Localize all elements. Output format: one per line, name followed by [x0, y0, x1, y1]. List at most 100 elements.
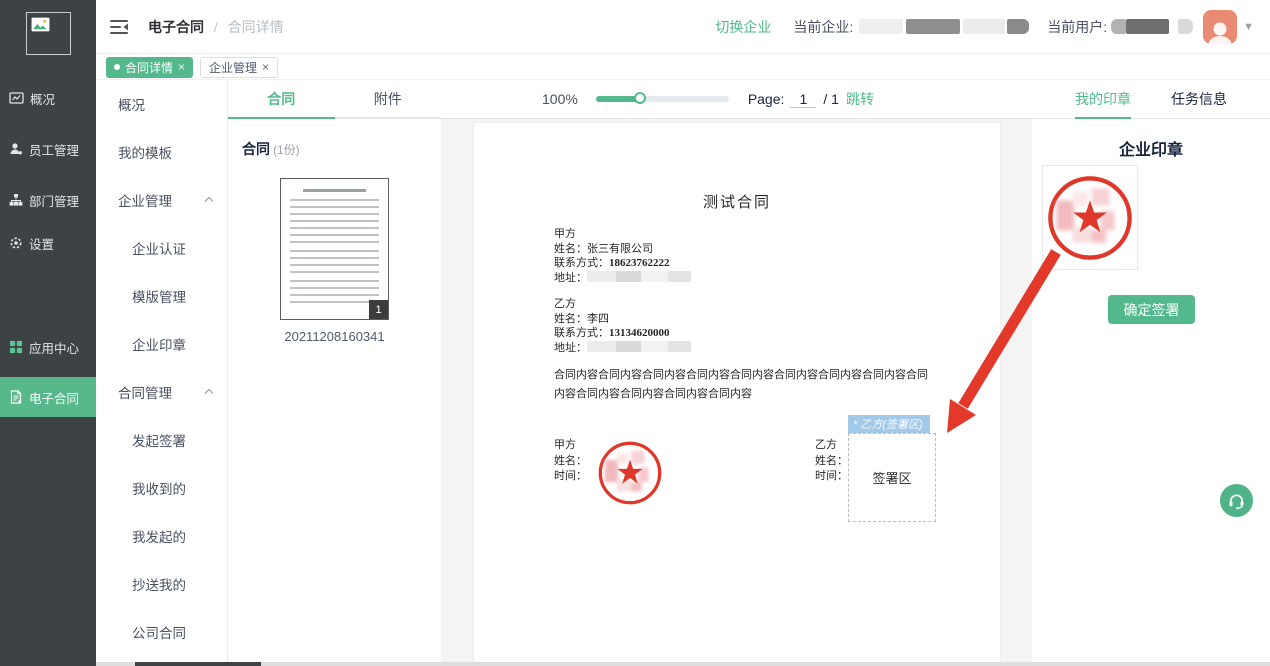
contract-page-thumbnail[interactable]: 1 [280, 178, 389, 320]
zoom-slider[interactable] [596, 96, 729, 102]
chevron-up-icon [204, 196, 214, 203]
sidebar-item-label: 应用中心 [29, 338, 79, 357]
tab-attachment[interactable]: 附件 [335, 80, 442, 119]
subnav-template-mgmt[interactable]: 模版管理 [96, 272, 227, 320]
sidebar-item-settings[interactable]: 设置 [0, 223, 96, 263]
subnav-company-mgmt-group[interactable]: 企业管理 [96, 176, 227, 224]
party-a-info: 甲方 姓名：张三有限公司 联系方式：18623762222 地址： [554, 227, 691, 285]
subnav-initiated[interactable]: 我发起的 [96, 512, 227, 560]
app-logo[interactable] [26, 12, 71, 55]
dashboard-icon [9, 91, 24, 105]
party-a-contact: 联系方式：18623762222 [554, 256, 691, 271]
subnav-initiate-sign[interactable]: 发起签署 [96, 416, 227, 464]
tab-contract[interactable]: 合同 [228, 80, 335, 119]
workspace-tab-company-mgmt[interactable]: 企业管理 × [200, 57, 278, 78]
workspace-tab-label: 合同详情 [125, 59, 173, 76]
apps-icon [9, 340, 23, 354]
contract-title: 测试合同 [474, 191, 1000, 212]
app-window: 概况 员工管理 部门管理 设置 应用中心 电子合同 [0, 0, 1270, 666]
subnav-label: 发起签署 [132, 430, 186, 450]
thumbnail-text-lines [290, 280, 379, 303]
party-a-name: 姓名：张三有限公司 [554, 242, 691, 257]
subnav-label: 我收到的 [132, 478, 186, 498]
switch-company-link[interactable]: 切换企业 [715, 17, 771, 37]
breadcrumb-section[interactable]: 电子合同 [148, 19, 204, 35]
close-icon[interactable]: × [262, 61, 269, 73]
subnav-received[interactable]: 我收到的 [96, 464, 227, 512]
sidebar-item-app-center[interactable]: 应用中心 [0, 327, 96, 367]
subnav-label: 公司合同 [132, 622, 186, 642]
breadcrumb-separator: / [214, 19, 218, 35]
viewer-toolbar: 100% Page: 1 / 1 跳转 [441, 80, 1032, 119]
subnav-contract-mgmt-group[interactable]: 合同管理 [96, 368, 227, 416]
page-number-input[interactable]: 1 [790, 91, 816, 108]
signature-zone[interactable]: 签署区 [848, 433, 936, 522]
current-user-label: 当前用户: [1047, 17, 1107, 37]
sidebar-item-overview[interactable]: 概况 [0, 78, 96, 118]
user-avatar[interactable] [1203, 10, 1237, 44]
contract-number: 20211208160341 [228, 329, 441, 344]
confirm-sign-button[interactable]: 确定签署 [1108, 295, 1195, 324]
chevron-up-icon [204, 388, 214, 395]
tab-task-info[interactable]: 任务信息 [1171, 80, 1227, 119]
bottom-scrollbar[interactable] [96, 662, 1270, 666]
page-number-badge: 1 [369, 300, 388, 319]
workspace-tab-label: 企业管理 [209, 59, 257, 76]
sidebar-item-departments[interactable]: 部门管理 [0, 180, 96, 220]
subnav-label: 抄送我的 [132, 574, 186, 594]
contract-panel-tabs: 合同 附件 [228, 80, 441, 119]
subnav-label: 企业管理 [118, 190, 172, 210]
customer-service-button[interactable] [1220, 484, 1253, 517]
party-b-name: 姓名：李四 [554, 312, 691, 327]
subnav-label: 我发起的 [132, 526, 186, 546]
zoom-slider-handle[interactable] [634, 92, 646, 104]
subnav-label: 企业印章 [132, 334, 186, 354]
headset-icon [1227, 492, 1246, 510]
menu-fold-icon[interactable] [110, 20, 128, 34]
party-a-address: 地址： [554, 271, 691, 286]
party-b-info: 乙方 姓名：李四 联系方式：13134620000 地址： [554, 297, 691, 355]
secondary-sidebar: 概况 我的模板 企业管理 企业认证 模版管理 企业印章 合同管理 发起签署 我收… [96, 80, 228, 662]
contract-list-panel: 合同 附件 合同(1份) 1 20211208160341 [228, 80, 441, 662]
redacted-address [587, 271, 691, 282]
chevron-down-icon[interactable]: ▼ [1243, 21, 1254, 33]
document-viewer: 100% Page: 1 / 1 跳转 测试合同 甲方 姓名：张三有限公司 联系… [441, 80, 1032, 666]
redacted-address [587, 341, 691, 352]
close-icon[interactable]: × [178, 61, 185, 73]
subnav-company-cert[interactable]: 企业认证 [96, 224, 227, 272]
subnav-company-seal[interactable]: 企业印章 [96, 320, 227, 368]
department-icon [9, 193, 23, 207]
top-header: 电子合同 / 合同详情 切换企业 当前企业: 当前用户: ▼ [96, 0, 1270, 54]
subnav-company-contracts[interactable]: 公司合同 [96, 608, 227, 656]
subnav-label: 合同管理 [118, 382, 172, 402]
subnav-cc-me[interactable]: 抄送我的 [96, 560, 227, 608]
zoom-percent: 100% [542, 91, 578, 107]
tab-my-seal[interactable]: 我的印章 [1075, 80, 1131, 119]
thumbnail-text-lines [290, 250, 379, 273]
sidebar-item-label: 员工管理 [29, 140, 79, 159]
sidebar-item-employees[interactable]: 员工管理 [0, 129, 96, 169]
sidebar-item-label: 概况 [30, 89, 55, 108]
contract-document-page: 测试合同 甲方 姓名：张三有限公司 联系方式：18623762222 地址： 乙… [474, 123, 1000, 666]
sidebar-item-label: 电子合同 [29, 388, 79, 407]
workspace-tab-contract-detail[interactable]: 合同详情 × [106, 57, 193, 78]
current-company-label: 当前企业: [793, 17, 853, 37]
contract-body: 合同内容合同内容合同内容合同内容合同内容合同内容合同内容合同内容合同内容合同内容… [554, 366, 928, 404]
contract-icon [9, 390, 23, 404]
jump-link[interactable]: 跳转 [846, 89, 874, 109]
active-tab-dot [114, 64, 120, 70]
current-user-redacted [1111, 18, 1193, 36]
sidebar-item-label: 部门管理 [29, 191, 79, 210]
company-seal-option[interactable] [1042, 165, 1138, 270]
breadcrumb: 电子合同 / 合同详情 [148, 17, 284, 37]
contract-list-title: 合同(1份) [242, 139, 441, 159]
sidebar-item-e-contract[interactable]: 电子合同 [0, 377, 96, 417]
subnav-my-templates[interactable]: 我的模板 [96, 128, 227, 176]
subnav-overview[interactable]: 概况 [96, 80, 227, 128]
page-total: / 1 [823, 91, 839, 107]
scrollbar-thumb[interactable] [135, 662, 261, 666]
person-icon [1207, 20, 1233, 44]
subnav-label: 概况 [118, 94, 145, 114]
sidebar-item-label: 设置 [29, 234, 54, 253]
subnav-label: 我的模板 [118, 142, 172, 162]
